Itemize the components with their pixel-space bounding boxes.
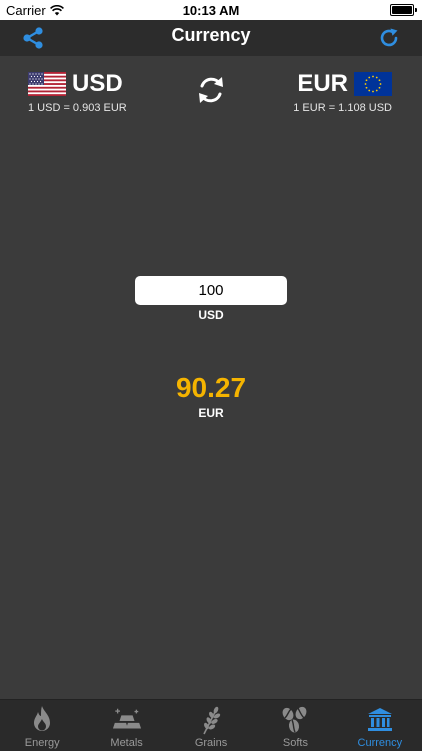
to-currency-code: EUR — [297, 70, 348, 97]
swap-icon — [199, 77, 223, 103]
from-currency-rate: 1 USD = 0.903 EUR — [28, 102, 127, 114]
from-currency-code: USD — [72, 70, 123, 97]
eu-flag-icon — [354, 72, 392, 96]
tab-currency[interactable]: Currency — [338, 700, 422, 751]
tab-softs-label: Softs — [282, 737, 308, 749]
result-currency-label: EUR — [198, 406, 224, 420]
swap-currencies-button[interactable] — [194, 72, 228, 108]
tab-metals-label: Metals — [110, 737, 143, 749]
tab-energy-label: Energy — [24, 737, 60, 749]
input-currency-label: USD — [198, 308, 224, 322]
nav-bar: Currency — [0, 20, 422, 56]
tab-grains-label: Grains — [194, 737, 228, 749]
wheat-icon — [203, 706, 221, 735]
us-flag-icon — [28, 72, 66, 96]
gold-bars-icon — [112, 708, 141, 729]
status-time: 10:13 AM — [182, 3, 240, 18]
tab-bar: Energy Metals Grains Softs Currency — [0, 699, 422, 751]
battery-icon — [390, 4, 417, 16]
flame-icon — [34, 706, 51, 731]
refresh-icon — [380, 28, 398, 47]
status-bar: Carrier 10:13 AM — [0, 0, 422, 20]
amount-input[interactable] — [135, 276, 287, 305]
tab-currency-label: Currency — [357, 737, 403, 749]
bank-icon — [367, 708, 392, 731]
page-title: Currency — [171, 25, 251, 45]
tab-energy[interactable]: Energy — [0, 700, 84, 751]
to-currency[interactable]: EUR 1 EUR = 1.108 USD — [293, 70, 392, 114]
refresh-button[interactable] — [374, 23, 404, 53]
coffee-beans-icon — [283, 706, 307, 733]
to-currency-rate: 1 EUR = 1.108 USD — [293, 102, 392, 114]
converted-amount: 90.27 — [175, 372, 247, 403]
tab-grains[interactable]: Grains — [169, 700, 253, 751]
tab-softs[interactable]: Softs — [253, 700, 337, 751]
from-currency[interactable]: USD 1 USD = 0.903 EUR — [28, 70, 127, 114]
tab-metals[interactable]: Metals — [84, 700, 168, 751]
